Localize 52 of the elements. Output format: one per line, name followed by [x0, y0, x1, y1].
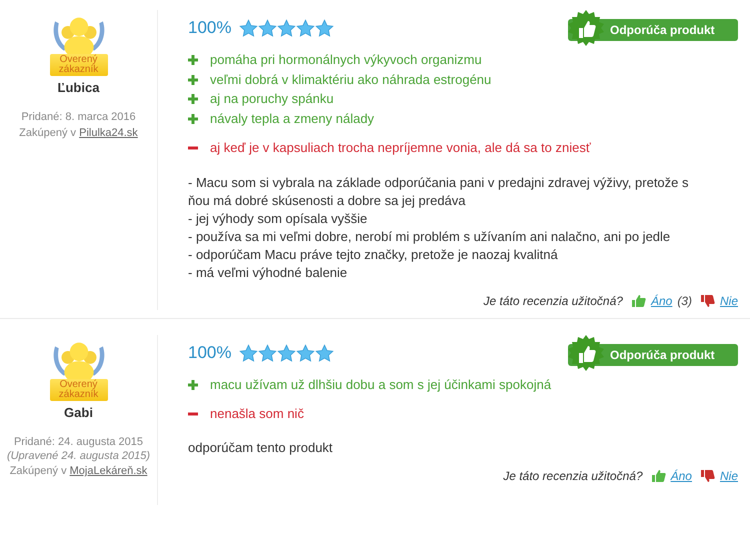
- thumbs-down-icon: [700, 470, 715, 482]
- review-text: - odporúčam Macu práve tejto značky, pretože je naozaj kvalitná: [188, 246, 559, 264]
- pro-text: veľmi dobrá v klimaktériu ako náhrada estrogénu: [210, 70, 492, 89]
- plus-icon: [188, 74, 198, 85]
- review-text: - Macu som si vybrala na základe odporúčania pani v predajni zdravej výživy, pretože s ňou má dobré skúsenosti a dobre sa jej predáva: [188, 174, 690, 210]
- star-icon: [277, 344, 296, 362]
- rating-percent: 100%: [188, 18, 232, 38]
- star-icon: [296, 18, 316, 38]
- review-text: odporúčam tento produkt: [188, 439, 334, 458]
- helpful-question: Je táto recenzia užitočná?: [484, 294, 623, 308]
- plus-icon: [188, 54, 198, 65]
- pro-text: macu užívam už dlhšiu dobu a som s jej účinkami spokojná: [210, 376, 552, 394]
- verified-customer-badge: Overený zákazník: [48, 339, 110, 401]
- yes-count: (3): [677, 294, 692, 308]
- star-icon: [239, 18, 258, 38]
- not-helpful-link[interactable]: Nie: [720, 294, 738, 308]
- star-icon: [258, 344, 278, 362]
- review-text: - používa sa mi veľmi dobre, nerobí mi problém s užívaním ani nalačno, ani po jedle: [188, 228, 672, 246]
- rating-percent: 100%: [188, 343, 232, 363]
- helpful-yes-link[interactable]: Áno: [670, 469, 692, 484]
- purchased-label: Zakúpený v: [19, 127, 76, 139]
- star-icon: [258, 18, 278, 38]
- verified-customer-badge: Overený zákazník: [48, 14, 110, 76]
- review-text: - má veľmi výhodné balenie: [188, 264, 348, 282]
- star-icon: [315, 18, 334, 38]
- con-text: nenašla som nič: [210, 404, 304, 423]
- star-icon: [315, 344, 334, 362]
- edited-date: (Upravené 24. augusta 2015): [6, 450, 150, 463]
- added-date: Pridané: 8. marca 2016: [21, 110, 136, 125]
- reviewer-name: Gabi: [64, 405, 93, 420]
- thumbs-up-icon: [632, 294, 646, 307]
- pro-text: návaly tepla a zmeny nálady: [210, 110, 374, 128]
- pro-text: pomáha pri hormonálnych výkyvoch organizmu: [210, 51, 482, 69]
- reviewer-name: Ľubica: [58, 80, 100, 95]
- review-text: - jej výhody som opísala vyššie: [188, 210, 368, 228]
- plus-icon: [188, 380, 198, 390]
- thumbs-up-icon: [652, 470, 666, 482]
- shop-link[interactable]: MojaLekáreň.sk: [70, 465, 148, 477]
- shop-link[interactable]: Pilulka24.sk: [79, 127, 138, 139]
- plus-icon: [188, 94, 198, 104]
- pro-text: aj na poruchy spánku: [210, 90, 334, 108]
- star-icon: [277, 18, 296, 38]
- plus-icon: [188, 114, 198, 124]
- star-icon: [239, 344, 258, 362]
- added-date: Pridané: 24. augusta 2015: [14, 435, 144, 450]
- con-text: aj keď je v kapsuliach trocha nepríjemne vonia, ale dá sa to zniesť: [210, 138, 591, 157]
- thumbs-down-icon: [700, 294, 715, 307]
- star-icon: [296, 344, 316, 362]
- helpful-question: Je táto recenzia užitočná?: [503, 469, 643, 484]
- helpful-yes-link[interactable]: Áno: [650, 294, 672, 308]
- not-helpful-link[interactable]: Nie: [720, 469, 738, 484]
- purchased-label: Zakúpený v: [10, 465, 67, 477]
